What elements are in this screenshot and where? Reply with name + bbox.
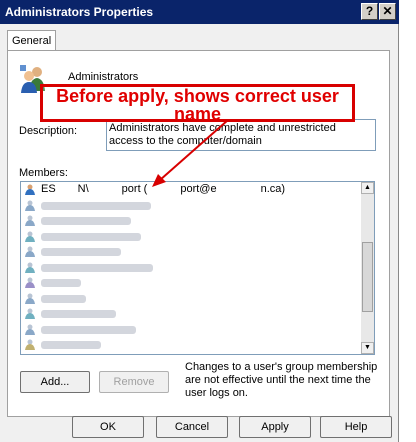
annotation-arrow [152, 119, 229, 187]
